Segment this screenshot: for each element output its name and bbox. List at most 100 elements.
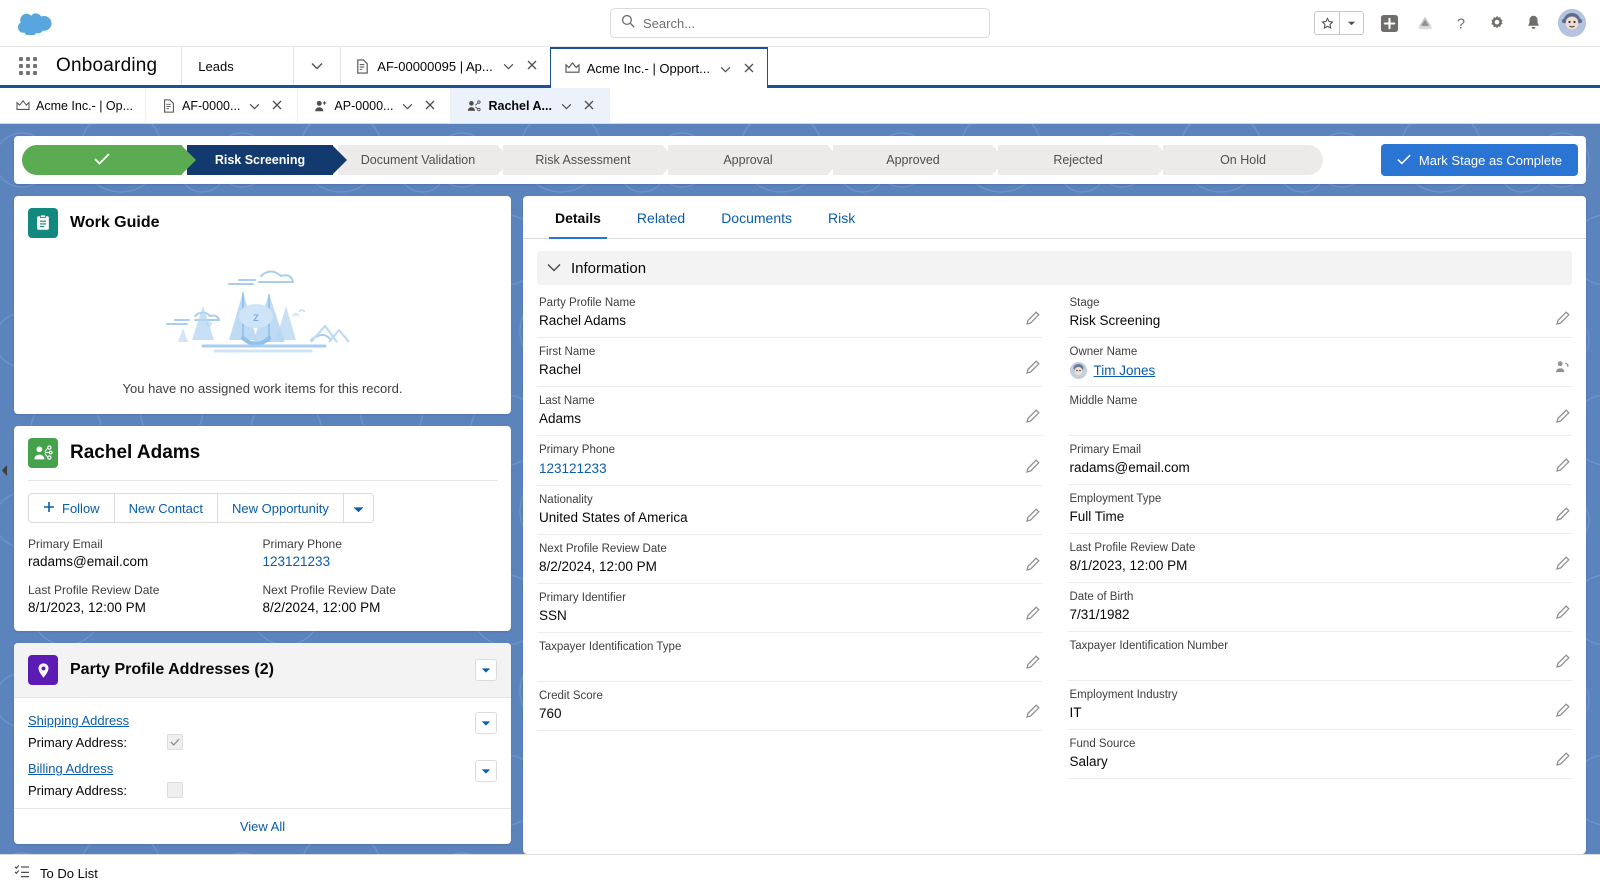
nav-tab-acme-opportunity[interactable]: Acme Inc.- | Opport... <box>549 47 769 88</box>
page-body: Risk Screening Document Validation Risk … <box>0 124 1600 854</box>
information-section-header[interactable]: Information <box>537 251 1572 285</box>
salesforce-cloud-logo[interactable] <box>8 11 62 35</box>
new-opportunity-button[interactable]: New Opportunity <box>218 493 344 523</box>
sub-tab-acme-opportunity[interactable]: Acme Inc.- | Op... <box>0 88 147 123</box>
pencil-icon[interactable] <box>1556 605 1570 624</box>
search-input[interactable] <box>643 15 979 31</box>
left-column: Work Guide z You have no assigned work i… <box>14 196 511 854</box>
favorites-group[interactable] <box>1314 11 1364 35</box>
sub-tab-ap-0000[interactable]: AP-0000... <box>298 88 452 123</box>
global-actions-icon[interactable] <box>1378 12 1400 34</box>
new-contact-button[interactable]: New Contact <box>114 493 218 523</box>
pencil-icon[interactable] <box>1556 703 1570 722</box>
field-value: Full Time <box>1069 509 1125 524</box>
field-credit-score: Credit Score 760 <box>537 682 1042 731</box>
favorites-dropdown-icon[interactable] <box>1339 12 1363 34</box>
chevron-down-icon[interactable] <box>547 259 561 277</box>
pencil-icon[interactable] <box>1556 556 1570 575</box>
primary-address-checkbox-unchecked[interactable] <box>166 782 183 798</box>
divider <box>28 480 497 481</box>
chevron-down-icon[interactable] <box>717 62 734 76</box>
pencil-icon[interactable] <box>1556 752 1570 771</box>
user-avatar[interactable] <box>1558 9 1586 37</box>
search-box[interactable] <box>610 8 990 38</box>
pencil-icon[interactable] <box>1025 311 1040 330</box>
pencil-icon[interactable] <box>1556 654 1570 673</box>
pencil-icon[interactable] <box>1025 508 1040 527</box>
setup-gear-icon[interactable] <box>1486 12 1508 34</box>
close-icon[interactable] <box>581 99 597 113</box>
shipping-address-actions-button[interactable] <box>475 712 497 734</box>
fields-right-column: Stage Risk Screening Owner Name Tim Jone… <box>1067 289 1572 779</box>
chevron-down-icon[interactable] <box>500 59 517 73</box>
field-label: Employment Industry <box>1069 689 1178 701</box>
path-step-rejected[interactable]: Rejected <box>998 145 1172 175</box>
view-all-addresses-link[interactable]: View All <box>14 808 511 844</box>
opportunity-crown-icon <box>565 62 580 75</box>
close-icon[interactable] <box>741 62 757 76</box>
more-actions-button[interactable] <box>343 493 374 523</box>
owner-name-link[interactable]: Tim Jones <box>1094 363 1156 378</box>
field-value[interactable]: 123121233 <box>539 461 607 476</box>
help-icon[interactable]: ? <box>1450 12 1472 34</box>
sub-tab-rachel-adams[interactable]: Rachel A... <box>451 88 610 123</box>
tab-risk[interactable]: Risk <box>810 196 873 238</box>
billing-address-link[interactable]: Billing Address <box>28 761 113 776</box>
field-next-profile-review-date: Next Profile Review Date 8/2/2024, 12:00… <box>263 583 498 615</box>
field-value[interactable]: 123121233 <box>263 554 498 569</box>
change-owner-icon[interactable] <box>1555 360 1570 379</box>
pencil-icon[interactable] <box>1556 311 1570 330</box>
app-launcher-icon[interactable] <box>0 47 56 85</box>
mark-stage-complete-button[interactable]: Mark Stage as Complete <box>1380 144 1578 176</box>
path-step-document-validation[interactable]: Document Validation <box>338 145 512 175</box>
pencil-icon[interactable] <box>1556 458 1570 477</box>
field-label: Credit Score <box>539 690 603 702</box>
billing-address-actions-button[interactable] <box>475 760 497 782</box>
favorites-star-icon[interactable] <box>1315 12 1339 34</box>
pencil-icon[interactable] <box>1025 360 1040 379</box>
addresses-actions-button[interactable] <box>475 659 497 681</box>
chevron-down-icon[interactable] <box>399 99 416 113</box>
learning-trailhead-icon[interactable] <box>1414 12 1436 34</box>
sidebar-collapse-toggle[interactable] <box>0 460 9 480</box>
nav-item-leads[interactable]: Leads <box>181 47 293 85</box>
chevron-down-icon[interactable] <box>246 99 263 113</box>
follow-button[interactable]: Follow <box>28 493 115 523</box>
pencil-icon[interactable] <box>1025 655 1040 674</box>
nav-more-dropdown[interactable] <box>293 47 340 85</box>
close-icon[interactable] <box>269 99 285 113</box>
pencil-icon[interactable] <box>1556 409 1570 428</box>
path-step-approval[interactable]: Approval <box>668 145 842 175</box>
close-icon[interactable] <box>422 99 438 113</box>
svg-text:?: ? <box>1457 16 1465 32</box>
nav-tab-af-00000095[interactable]: AF-00000095 | Ap... <box>340 47 549 85</box>
pencil-icon[interactable] <box>1025 459 1040 478</box>
pencil-icon[interactable] <box>1025 606 1040 625</box>
field-label: Party Profile Name <box>539 297 636 309</box>
notifications-bell-icon[interactable] <box>1522 12 1544 34</box>
pencil-icon[interactable] <box>1556 507 1570 526</box>
path-step-risk-assessment[interactable]: Risk Assessment <box>503 145 677 175</box>
global-search[interactable] <box>610 8 990 38</box>
pencil-icon[interactable] <box>1025 557 1040 576</box>
tab-documents[interactable]: Documents <box>703 196 810 238</box>
path-step-on-hold[interactable]: On Hold <box>1163 145 1323 175</box>
todo-list-label[interactable]: To Do List <box>40 866 98 881</box>
sub-tab-af-0000[interactable]: AF-0000... <box>146 88 299 123</box>
primary-address-checkbox-checked[interactable] <box>166 734 183 750</box>
shipping-address-link[interactable]: Shipping Address <box>28 713 129 728</box>
pencil-icon[interactable] <box>1025 704 1040 723</box>
field-label: Owner Name <box>1069 346 1138 358</box>
tab-related[interactable]: Related <box>619 196 703 238</box>
path-step-completed[interactable] <box>22 145 196 175</box>
work-guide-body: z You have no assigned work items for th <box>14 250 511 414</box>
close-icon[interactable] <box>524 59 540 73</box>
path-step-approved[interactable]: Approved <box>833 145 1007 175</box>
chevron-down-icon[interactable] <box>558 99 575 113</box>
field-value: 8/1/2023, 12:00 PM <box>28 600 146 615</box>
field-label: Primary Phone <box>262 537 342 551</box>
tab-details[interactable]: Details <box>537 196 619 239</box>
path-step-risk-screening[interactable]: Risk Screening <box>187 145 347 175</box>
global-header: ? <box>0 0 1600 47</box>
pencil-icon[interactable] <box>1025 409 1040 428</box>
